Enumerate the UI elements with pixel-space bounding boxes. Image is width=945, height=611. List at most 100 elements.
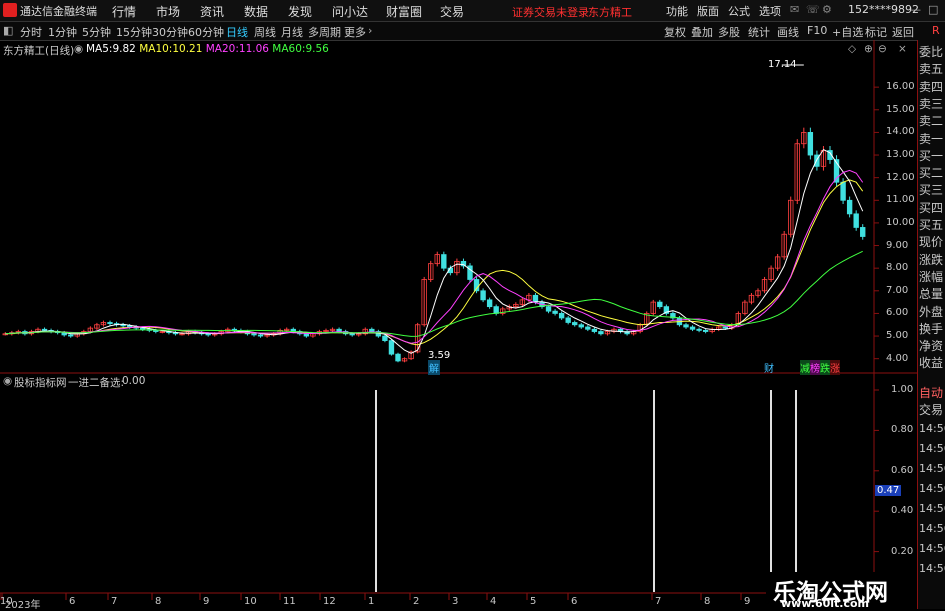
ma-legend: MA5:9.82 MA10:10.21 MA20:11.06 MA60:9.56 xyxy=(86,43,329,55)
login-notice[interactable]: 证券交易未登录 xyxy=(512,4,589,20)
candle-body xyxy=(107,322,113,325)
badge-unlock[interactable]: 解 xyxy=(428,360,440,375)
menu-item-trade[interactable]: 交易 xyxy=(440,3,464,20)
panel-toggle-icon[interactable]: ◧ xyxy=(3,24,13,37)
price-tick: 5.00 xyxy=(886,330,909,342)
indicator-settings-icon[interactable]: ◉ xyxy=(74,43,83,55)
side-label: 卖一 xyxy=(919,131,944,146)
menu-item-wealth[interactable]: 财富圈 xyxy=(386,3,422,20)
side-label: 换手 xyxy=(919,321,944,336)
toolbar-f10[interactable]: F10 xyxy=(807,24,827,37)
x-axis-label: 10 xyxy=(244,596,257,607)
zoom-out-icon[interactable]: ⊖ xyxy=(878,43,887,55)
candle-body xyxy=(585,326,591,330)
menu-item-news[interactable]: 资讯 xyxy=(200,3,224,20)
price-tick: 13.00 xyxy=(886,149,915,161)
toolbar-stats[interactable]: 统计 xyxy=(748,24,770,40)
toolbar-multi-stock[interactable]: 多股 xyxy=(718,24,740,40)
panel-close-icon[interactable]: × xyxy=(898,43,907,55)
candle-body xyxy=(140,327,146,330)
price-tick: 7.00 xyxy=(886,284,909,296)
candle-body xyxy=(689,326,696,330)
indicator-toggle-icon[interactable]: ◉ xyxy=(3,375,12,387)
price-tick: 10.00 xyxy=(886,216,915,228)
trade-time: 14:56 xyxy=(919,542,945,555)
candle-body xyxy=(349,333,355,336)
period-daily[interactable]: 日线 xyxy=(226,24,248,40)
menu-item-discover[interactable]: 发现 xyxy=(288,3,312,20)
toolbar-back[interactable]: 返回 xyxy=(892,24,914,40)
phone-icon[interactable]: ☏ xyxy=(806,3,820,16)
price-tick: 6.00 xyxy=(886,307,909,319)
indicator-tick: 1.00 xyxy=(891,384,914,395)
badge-rise[interactable]: 涨 xyxy=(830,360,840,375)
menu-item-function[interactable]: 功能 xyxy=(666,3,688,19)
period-15min[interactable]: 15分钟 xyxy=(116,24,152,40)
x-axis-label: 2 xyxy=(413,596,420,607)
side-label: 总量 xyxy=(919,287,944,302)
maximize-icon[interactable]: □ xyxy=(928,3,938,16)
candle-body xyxy=(578,324,584,328)
ma5-line xyxy=(5,148,864,354)
side-label: 买二 xyxy=(919,166,944,181)
menu-item-quotes[interactable]: 行情 xyxy=(112,3,136,20)
toolbar-adjust[interactable]: 复权 xyxy=(664,24,686,40)
period-multi[interactable]: 多周期 xyxy=(308,24,341,40)
period-intraday[interactable]: 分时 xyxy=(20,24,42,40)
candle-body xyxy=(860,227,866,237)
candle-body xyxy=(565,317,571,323)
chart-area[interactable] xyxy=(0,40,917,609)
candle-body xyxy=(572,322,578,326)
zoom-in-icon[interactable]: ⊕ xyxy=(864,43,873,55)
period-1min[interactable]: 1分钟 xyxy=(48,24,77,40)
stock-title: 东方精工(日线) xyxy=(3,45,75,57)
period-weekly[interactable]: 周线 xyxy=(254,24,276,40)
watermark-url: www.60lt.com xyxy=(781,597,870,610)
x-axis-label: 9 xyxy=(744,596,751,607)
menu-item-market[interactable]: 市场 xyxy=(156,3,180,20)
candle-body xyxy=(480,290,486,301)
trade-label: 交易 xyxy=(919,403,944,417)
badge-rank[interactable]: 榜 xyxy=(810,360,820,375)
menu-item-assistant[interactable]: 问小达 xyxy=(332,3,368,20)
x-axis-label: 12 xyxy=(323,596,336,607)
menu-item-data[interactable]: 数据 xyxy=(244,3,268,20)
menu-item-formula[interactable]: 公式 xyxy=(728,3,750,19)
settings-icon[interactable]: ⚙ xyxy=(822,3,832,16)
candle-body xyxy=(369,328,375,332)
badge-reduce[interactable]: 减 xyxy=(800,360,810,375)
price-tick: 11.00 xyxy=(886,194,915,206)
auto-trade-toggle[interactable]: 自动 xyxy=(919,386,943,400)
trade-time: 14:56 xyxy=(919,442,945,455)
toolbar-r-indicator[interactable]: R xyxy=(932,24,940,37)
candle-body xyxy=(257,334,264,337)
period-monthly[interactable]: 月线 xyxy=(281,24,303,40)
diamond-icon[interactable]: ◇ xyxy=(848,43,856,55)
menu-item-options[interactable]: 选项 xyxy=(759,3,781,19)
period-5min[interactable]: 5分钟 xyxy=(82,24,111,40)
indicator-label: 一进二备选: xyxy=(68,377,125,389)
menu-item-layout[interactable]: 版面 xyxy=(697,3,719,19)
price-tick: 15.00 xyxy=(886,103,915,115)
period-60min[interactable]: 60分钟 xyxy=(188,24,224,40)
candle-body xyxy=(336,328,342,332)
mail-icon[interactable]: ✉ xyxy=(790,3,799,16)
badge-fall[interactable]: 跌 xyxy=(820,360,830,375)
x-axis-label: 5 xyxy=(530,596,537,607)
badge-finance[interactable]: 财 xyxy=(764,360,774,375)
period-30min[interactable]: 30分钟 xyxy=(152,24,188,40)
price-tick: 16.00 xyxy=(886,81,915,93)
ma10-line xyxy=(5,179,864,346)
ma60-line xyxy=(5,250,863,337)
price-tick: 4.00 xyxy=(886,352,909,364)
x-axis-label: 4 xyxy=(490,596,497,607)
candle-body xyxy=(441,254,447,269)
chevron-right-icon[interactable]: › xyxy=(368,24,372,37)
minimize-icon[interactable]: — xyxy=(910,3,921,16)
toolbar-overlay[interactable]: 叠加 xyxy=(691,24,713,40)
toolbar-draw[interactable]: 画线 xyxy=(777,24,799,40)
toolbar-mark[interactable]: 标记 xyxy=(865,24,887,40)
user-account[interactable]: 152****9892 xyxy=(848,3,919,16)
toolbar-add-watch[interactable]: +自选 xyxy=(832,24,863,40)
period-more[interactable]: 更多 xyxy=(344,24,366,40)
